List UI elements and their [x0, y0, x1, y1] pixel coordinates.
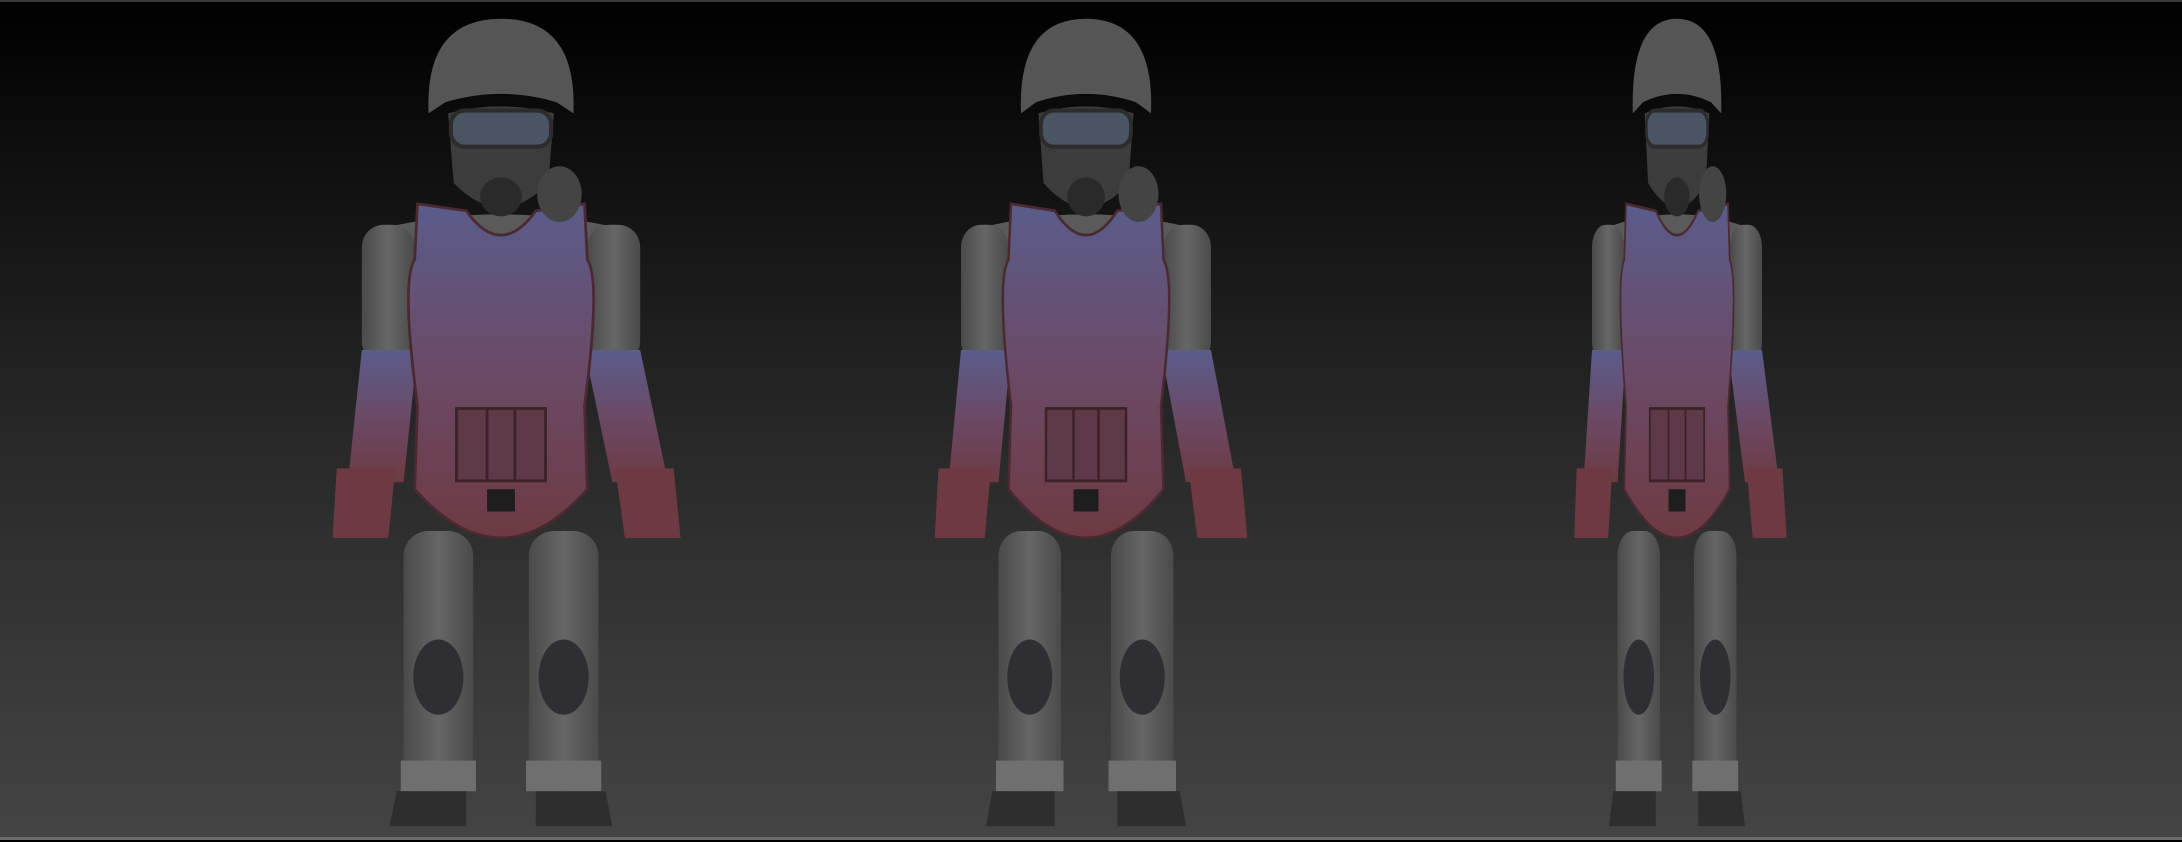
figure-three-quarter-view	[935, 19, 1248, 826]
3d-viewport[interactable]	[0, 0, 2182, 840]
figure-front-view	[333, 19, 681, 826]
render-canvas	[0, 2, 2182, 842]
figure-side-view	[1574, 19, 1787, 826]
